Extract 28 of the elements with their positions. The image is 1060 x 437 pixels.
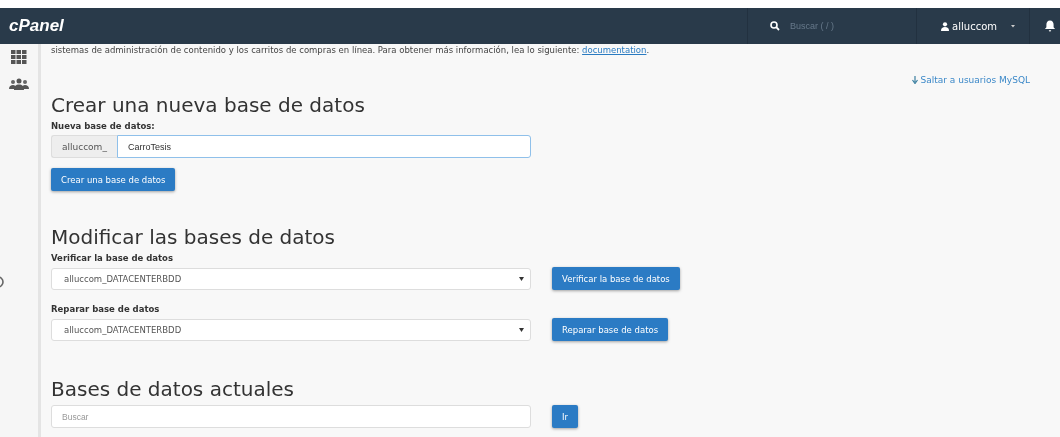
field-label: Reparar base de datos [51, 304, 161, 314]
section-heading: Bases de datos actuales [51, 377, 295, 401]
database-select[interactable]: alluccom_DATACENTERBDD [51, 318, 531, 341]
users-icon[interactable] [9, 78, 29, 90]
caret-icon [519, 276, 524, 281]
caret-icon [1011, 24, 1015, 28]
down-arrow-icon [911, 76, 918, 84]
database-name-field[interactable]: CarroTesis [116, 135, 531, 158]
go-button[interactable]: Ir [552, 405, 578, 428]
search-icon [770, 21, 781, 31]
grid-icon[interactable] [11, 50, 27, 64]
prefix-addon: alluccom_ [51, 135, 117, 158]
bell-icon[interactable] [1044, 20, 1056, 32]
search-field[interactable]: Buscar ( / ) [788, 20, 893, 32]
caret-icon [519, 327, 524, 332]
cpanel-logo[interactable]: cPanel [9, 16, 64, 36]
field-label: Verificar la base de datos [51, 253, 174, 263]
section-heading: Crear una nueva base de datos [51, 93, 366, 117]
user-icon [941, 21, 950, 31]
intro-text: sistemas de administración de contenido y los carritos de compras en línea. Para obtener más información, lea lo siguiente: documentation. [51, 45, 651, 55]
search-field[interactable]: Buscar [51, 405, 531, 428]
database-select[interactable]: alluccom_DATACENTERBDD [51, 267, 531, 290]
create-database-button[interactable]: Crear una base de datos [51, 168, 176, 191]
field-label: Nueva base de datos: [51, 121, 156, 131]
jump-link[interactable]: Saltar a usuarios MySQL [911, 75, 1030, 85]
section-heading: Modificar las bases de datos [51, 225, 337, 249]
action-button[interactable]: Reparar base de datos [552, 318, 669, 341]
action-button[interactable]: Verificar la base de datos [552, 267, 680, 290]
